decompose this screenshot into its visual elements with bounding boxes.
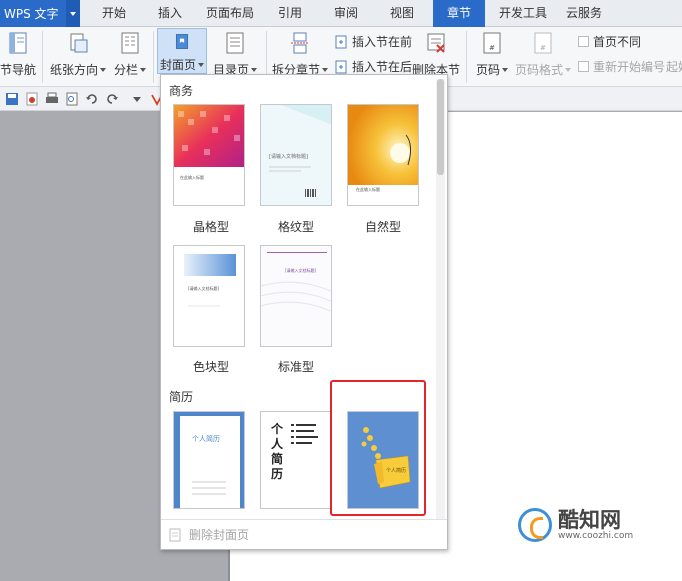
- checkbox-icon[interactable]: [578, 36, 589, 47]
- selection-highlight-box: [330, 380, 426, 516]
- chevron-down-icon: [100, 67, 107, 72]
- lattice-cover-preview: [174, 105, 244, 205]
- insert-section-before-button[interactable]: 插入节在前: [334, 33, 412, 50]
- split-section-icon: [291, 32, 309, 54]
- lattice-thumb-title: 在此输入标题: [180, 175, 204, 180]
- nature-thumb-title: 在此输入标题: [356, 187, 380, 192]
- insert-section-after-button[interactable]: 插入节在后: [334, 58, 412, 75]
- tab-insert[interactable]: 插入: [148, 0, 192, 27]
- resume-1-title: 个人简历: [192, 435, 220, 443]
- checkbox-icon[interactable]: [578, 61, 589, 72]
- section-nav-icon: [9, 32, 27, 54]
- app-menu-dropdown-icon[interactable]: [66, 0, 80, 27]
- chevron-down-icon: [198, 62, 204, 67]
- split-section-button[interactable]: 拆分章节: [272, 27, 329, 78]
- color-block-thumb-title: [请输入文档标题]: [188, 286, 220, 291]
- page-number-button[interactable]: # 页码: [472, 27, 512, 78]
- orientation-button[interactable]: 纸张方向: [50, 27, 107, 78]
- insert-after-icon: [335, 60, 347, 73]
- delete-cover-page-label: 删除封面页: [189, 528, 250, 542]
- cover-page-label: 封面页: [159, 58, 196, 72]
- tab-cloud[interactable]: 云服务: [558, 0, 610, 27]
- orientation-label: 纸张方向: [50, 63, 99, 77]
- restart-numbering-label: 重新开始编号: [593, 60, 666, 74]
- page-number-format-label: 页码格式: [514, 63, 563, 77]
- app-menu-button[interactable]: WPS 文字: [0, 0, 80, 27]
- page-number-format-icon: #: [534, 32, 552, 54]
- delete-section-button[interactable]: 删除本节: [412, 27, 460, 78]
- svg-text:#: #: [489, 44, 495, 52]
- cover-thumb-nature[interactable]: 在此输入标题: [347, 104, 419, 206]
- cover-label-standard: 标准型: [277, 360, 314, 374]
- export-pdf-icon[interactable]: [25, 92, 39, 106]
- resume-2-title: 个人简历: [271, 422, 284, 481]
- insert-before-icon: [335, 35, 347, 48]
- tab-developer[interactable]: 开发工具: [492, 0, 554, 27]
- chevron-down-icon: [251, 67, 257, 72]
- cover-thumb-resume-1[interactable]: 个人简历: [173, 411, 245, 509]
- delete-cover-page-button[interactable]: 删除封面页: [161, 519, 447, 549]
- columns-button[interactable]: 分栏: [110, 27, 150, 78]
- watermark-name: 酷知网: [558, 508, 621, 532]
- svg-text:#: #: [540, 44, 546, 52]
- toc-page-button[interactable]: 目录页: [212, 27, 258, 78]
- tab-references[interactable]: 引用: [268, 0, 312, 27]
- section-business-heading: 商务: [169, 84, 194, 98]
- cover-thumb-standard[interactable]: [请输入文档标题]: [260, 245, 332, 347]
- cover-thumb-color-block[interactable]: [请输入文档标题]: [173, 245, 245, 347]
- undo-icon[interactable]: [85, 92, 99, 106]
- delete-section-icon: [427, 33, 445, 53]
- chevron-down-icon: [140, 67, 146, 72]
- delete-cover-icon: [169, 528, 181, 541]
- insert-section-after-label: 插入节在后: [352, 60, 413, 74]
- chevron-down-icon: [502, 67, 508, 72]
- first-page-different-checkbox[interactable]: 首页不同: [578, 33, 641, 50]
- tab-view[interactable]: 视图: [380, 0, 424, 27]
- start-number-label: 起始: [666, 60, 682, 74]
- insert-section-before-label: 插入节在前: [352, 35, 413, 49]
- first-page-different-label: 首页不同: [593, 35, 642, 49]
- ribbon-tab-bar: WPS 文字 开始 插入 页面布局 引用 审阅 视图 章节 开发工具 云服务: [0, 0, 682, 27]
- tab-home[interactable]: 开始: [92, 0, 136, 27]
- page-number-icon: #: [483, 32, 501, 54]
- cover-page-button[interactable]: 封面页: [157, 28, 207, 74]
- tab-chapter[interactable]: 章节: [433, 0, 485, 27]
- print-preview-icon[interactable]: [65, 92, 79, 106]
- cover-label-nature: 自然型: [364, 220, 401, 234]
- standard-thumb-title: [请输入文档标题]: [285, 268, 317, 273]
- tab-review[interactable]: 审阅: [324, 0, 368, 27]
- print-icon[interactable]: [45, 92, 59, 106]
- customize-toolbar-icon[interactable]: [130, 92, 144, 106]
- cover-thumb-grid[interactable]: [请输入文档标题]: [260, 104, 332, 206]
- columns-label: 分栏: [113, 63, 138, 77]
- cover-thumb-resume-2[interactable]: 个人简历: [260, 411, 332, 509]
- cover-page-icon: [175, 34, 189, 49]
- page-number-format-button[interactable]: # 页码格式: [514, 27, 572, 78]
- toc-page-icon: [226, 32, 244, 54]
- restart-numbering-checkbox[interactable]: 重新开始编号: [578, 58, 665, 75]
- chevron-down-icon: [565, 67, 571, 72]
- color-block-cover-preview: [184, 254, 236, 307]
- chevron-down-icon: [322, 67, 329, 72]
- gallery-scrollbar-thumb[interactable]: [437, 79, 444, 175]
- redo-icon[interactable]: [105, 92, 119, 106]
- gallery-scrollbar[interactable]: [436, 79, 445, 519]
- section-resume-heading: 简历: [169, 390, 194, 404]
- section-nav-button[interactable]: 节导航: [0, 27, 38, 78]
- orientation-icon: [70, 33, 88, 53]
- cover-label-grid: 格纹型: [277, 220, 314, 234]
- resume-1-preview: [174, 412, 244, 508]
- save-icon[interactable]: [5, 92, 19, 106]
- standard-cover-preview: [261, 246, 331, 346]
- tab-page-layout[interactable]: 页面布局: [200, 0, 260, 27]
- columns-icon: [121, 32, 139, 54]
- watermark-url: www.coozhi.com: [558, 531, 634, 541]
- grid-thumb-title: [请输入文档标题]: [269, 154, 308, 160]
- coozhi-logo-icon: [518, 508, 552, 542]
- cover-thumb-lattice[interactable]: 在此输入标题: [173, 104, 245, 206]
- app-name: WPS 文字: [4, 7, 59, 21]
- page-number-label: 页码: [475, 63, 500, 77]
- section-nav-label: 节导航: [0, 63, 36, 77]
- watermark: 酷知网 www.coozhi.com: [518, 508, 633, 542]
